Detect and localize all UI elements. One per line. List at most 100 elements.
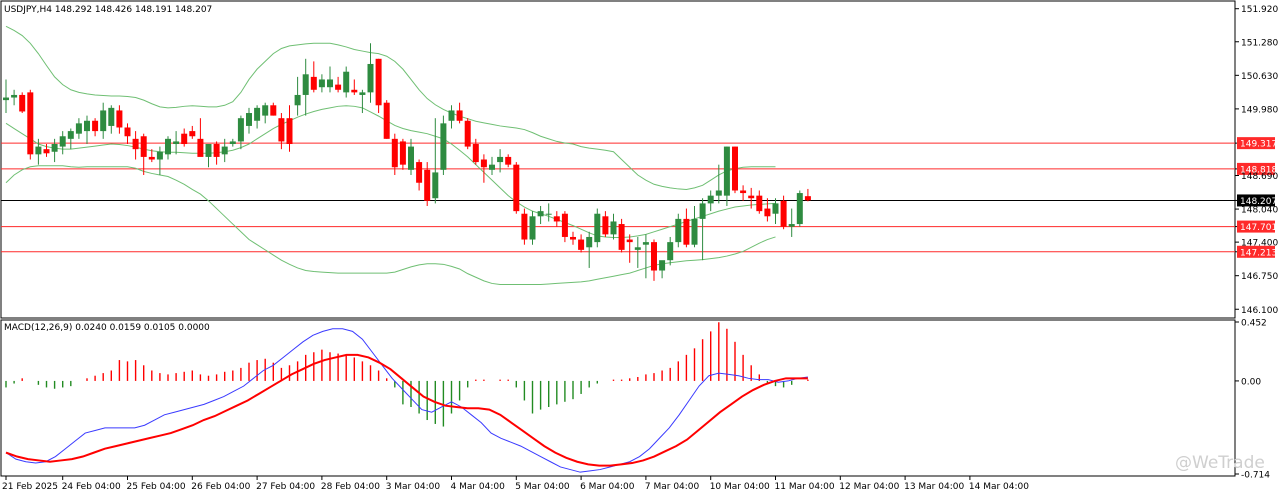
candle-47 (383, 100, 390, 139)
candle-body (100, 110, 107, 132)
candle-body (327, 79, 333, 88)
candle-body (610, 221, 617, 235)
candle-body (553, 216, 560, 222)
time-tick-label: 12 Mar 04:00 (839, 482, 899, 492)
candle-body (67, 131, 74, 139)
candle-3 (27, 89, 34, 160)
candle-body (278, 118, 285, 142)
candle-body (651, 242, 657, 271)
watermark: @WeTrade (1175, 453, 1265, 473)
candle-body (399, 141, 406, 165)
candle-body (205, 144, 212, 157)
candle-body (197, 138, 204, 157)
candle-body (740, 190, 747, 194)
candle-body (472, 144, 479, 163)
level-tag-label: 149.317 (1240, 140, 1277, 150)
candle-46 (375, 58, 382, 114)
candle-body (383, 102, 390, 139)
candle-body (11, 94, 18, 98)
candle-body (489, 164, 495, 170)
candle-body (27, 92, 34, 155)
candle-body (35, 146, 42, 155)
time-tick-label: 3 Mar 04:00 (386, 482, 441, 492)
candle-body (699, 203, 706, 219)
candle-body (675, 218, 682, 243)
candle-body (213, 144, 220, 157)
candle-body (691, 218, 698, 245)
candle-body (92, 120, 99, 132)
candle-body (537, 211, 544, 217)
candle-body (43, 149, 50, 154)
candle-body (108, 107, 115, 126)
candle-body (440, 123, 447, 170)
macd-tick-label: 0.00 (1241, 377, 1261, 387)
price-tick-label: 146.750 (1241, 272, 1278, 282)
macd-label: MACD(12,26,9) 0.0240 0.0159 0.0105 0.000… (4, 323, 210, 333)
macd-tick-label: 0.452 (1241, 319, 1267, 329)
candle-body (189, 131, 196, 137)
candle-body (367, 63, 374, 93)
candle-90 (732, 146, 738, 194)
macd-frame (0, 319, 1236, 477)
candle-body (796, 193, 803, 225)
candle-body (294, 94, 301, 106)
candle-body (505, 156, 512, 165)
candle-body (707, 195, 714, 204)
candle-body (513, 164, 520, 212)
candle-body (237, 118, 244, 142)
level-tag-label: 147.213 (1240, 248, 1277, 258)
price-tick-label: 146.100 (1241, 306, 1278, 316)
candle-body (246, 113, 252, 126)
candle-body (391, 138, 398, 168)
candle-body (723, 146, 730, 196)
candle-body (408, 146, 414, 170)
candle-body (270, 105, 277, 116)
candle-body (521, 213, 528, 240)
candle-body (497, 156, 504, 163)
candle-body (642, 242, 649, 245)
price-tick-label: 148.690 (1241, 172, 1278, 182)
candle-body (156, 151, 163, 160)
time-tick-label: 10 Mar 04:00 (710, 482, 770, 492)
candle-body (529, 216, 536, 240)
time-tick-label: 13 Mar 04:00 (904, 482, 964, 492)
price-tick-label: 150.630 (1241, 72, 1278, 82)
candle-54 (440, 115, 447, 175)
candle-body (416, 162, 423, 183)
candle-body (764, 208, 771, 217)
candle-body (375, 58, 382, 106)
candle-body (626, 239, 633, 243)
candle-body (586, 236, 593, 248)
time-tick-label: 11 Mar 04:00 (775, 482, 835, 492)
time-tick-label: 26 Feb 04:00 (191, 482, 250, 492)
time-tick-label: 4 Mar 04:00 (451, 482, 506, 492)
candle-body (618, 224, 625, 250)
candle-body (173, 141, 180, 145)
candle-57 (464, 118, 471, 150)
price-tick-label: 149.980 (1241, 105, 1278, 115)
candle-body (124, 127, 131, 137)
candle-body (464, 120, 471, 147)
candle-body (335, 84, 342, 90)
candle-body (732, 146, 738, 191)
candle-body (262, 105, 269, 116)
candle-body (51, 144, 58, 152)
candle-body (181, 133, 188, 145)
symbol-ohlc-label: USDJPY,H4 148.292 148.426 148.191 148.20… (4, 5, 212, 15)
candle-body (659, 260, 666, 271)
candle-body (116, 110, 123, 128)
time-tick-label: 25 Feb 04:00 (127, 482, 186, 492)
time-tick-label: 21 Feb 2025 (2, 482, 58, 492)
candle-body (780, 200, 787, 227)
price-axis: 151.920151.280150.630149.980149.317148.8… (1235, 5, 1278, 316)
candle-body (480, 159, 487, 168)
candle-body (359, 92, 366, 95)
candle-98 (796, 190, 803, 227)
candle-body (683, 218, 690, 245)
candle-body (456, 110, 463, 121)
candle-body (165, 138, 171, 155)
candle-63 (513, 162, 520, 214)
candle-body (424, 169, 431, 201)
candle-body (667, 242, 674, 261)
candle-body (140, 136, 147, 157)
